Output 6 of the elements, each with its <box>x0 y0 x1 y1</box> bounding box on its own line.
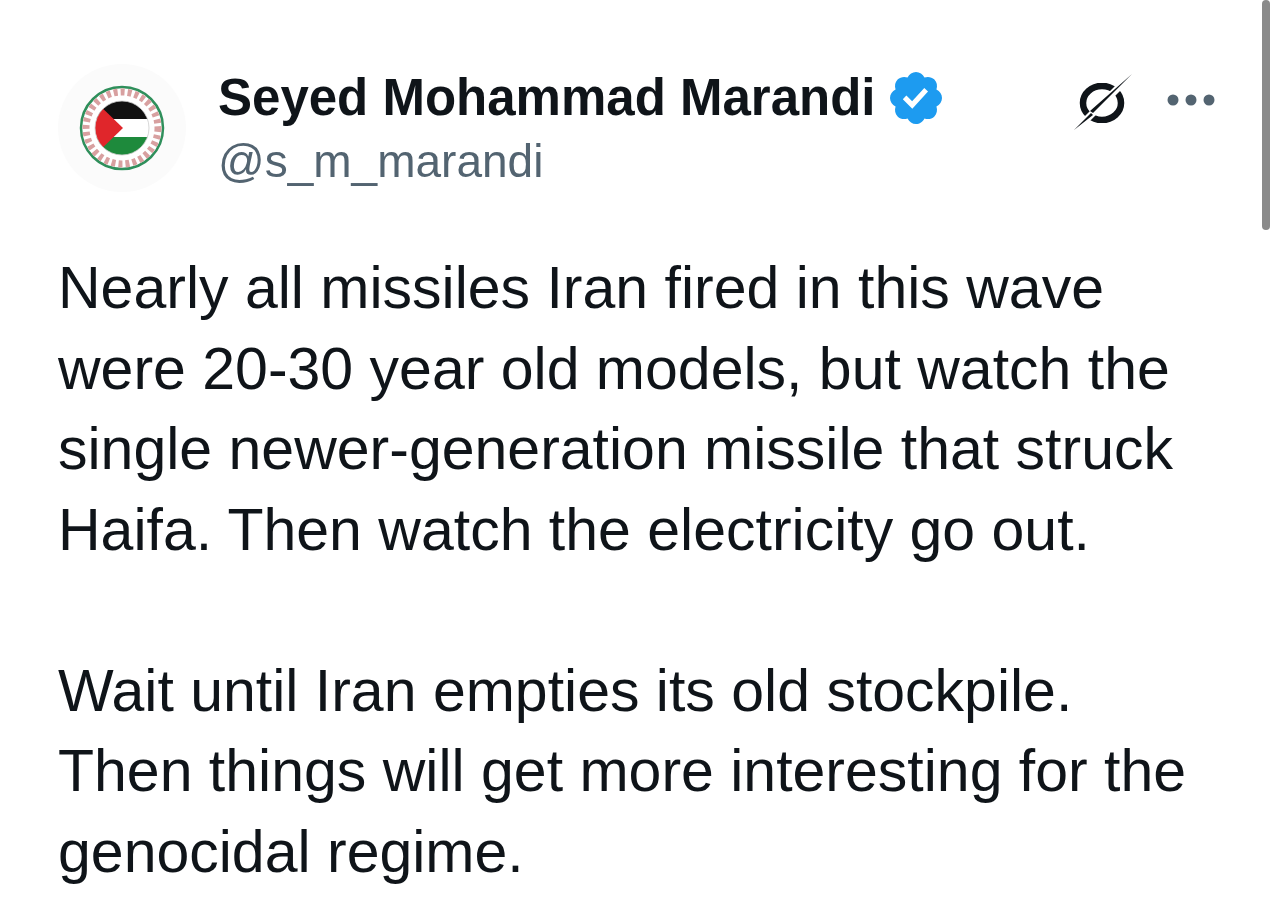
author-handle[interactable]: @s_m_marandi <box>218 133 942 189</box>
author-name[interactable]: Seyed Mohammad Marandi <box>218 68 876 128</box>
post-text: Wait until Iran empties its old stockpile. Then things will get more interesting for the genocidal regime. <box>58 656 1188 887</box>
post-text: Nearly all missiles Iran fired in this wave were 20-30 year old models, but watch the single newer-generation missile that struck Haifa. Then watch the electricity go out. <box>58 254 1174 565</box>
scrollbar-thumb[interactable] <box>1262 0 1270 230</box>
more-icon[interactable] <box>1167 94 1215 106</box>
